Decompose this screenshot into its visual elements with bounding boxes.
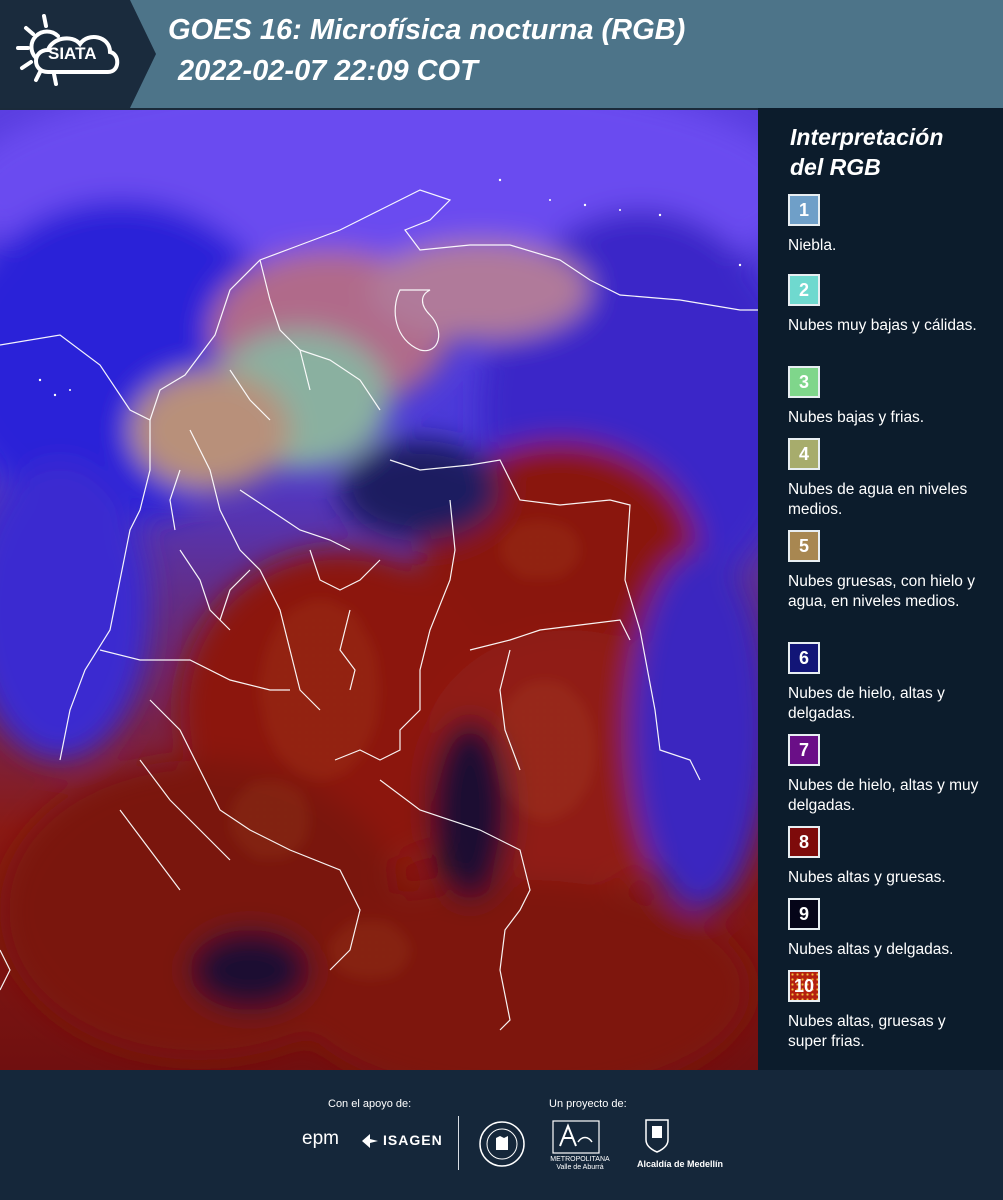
medellin-shield-icon bbox=[645, 1119, 669, 1153]
university-seal-icon bbox=[479, 1121, 525, 1167]
legend-item-4: 4 Nubes de agua en niveles medios. bbox=[788, 438, 988, 520]
legend-item-10: 10 Nubes altas, gruesas y super frias. bbox=[788, 970, 988, 1052]
project-label: Un proyecto de: bbox=[549, 1098, 627, 1110]
support-label: Con el apoyo de: bbox=[328, 1098, 412, 1110]
satellite-imagery bbox=[0, 110, 758, 1070]
logo-text: SIATA bbox=[48, 44, 97, 63]
legend-text-6: Nubes de hielo, altas y delgadas. bbox=[788, 685, 945, 722]
legend-swatch-4: 4 bbox=[788, 438, 820, 470]
legend-title-line1: Interpretación bbox=[790, 124, 944, 150]
legend-swatch-6: 6 bbox=[788, 642, 820, 674]
area-metropolitana-caption: METROPOLITANA Valle de Aburrá bbox=[550, 1156, 610, 1172]
legend-item-2: 2 Nubes muy bajas y cálidas. bbox=[788, 274, 988, 336]
legend-swatch-7: 7 bbox=[788, 734, 820, 766]
legend-text-2: Nubes muy bajas y cálidas. bbox=[788, 317, 977, 334]
legend-swatch-10: 10 bbox=[788, 970, 820, 1002]
footer-divider bbox=[458, 1116, 459, 1170]
isagen-logo: ISAGEN bbox=[383, 1132, 443, 1148]
legend-text-4: Nubes de agua en niveles medios. bbox=[788, 481, 968, 518]
legend-title-line2: del RGB bbox=[790, 154, 881, 180]
legend-text-5: Nubes gruesas, con hielo y agua, en nive… bbox=[788, 573, 975, 610]
legend-swatch-2: 2 bbox=[788, 274, 820, 306]
legend-swatch-8: 8 bbox=[788, 826, 820, 858]
legend-text-7: Nubes de hielo, altas y muy delgadas. bbox=[788, 777, 979, 814]
legend-item-1: 1 Niebla. bbox=[788, 194, 988, 256]
legend-text-9: Nubes altas y delgadas. bbox=[788, 941, 954, 958]
legend-item-6: 6 Nubes de hielo, altas y delgadas. bbox=[788, 642, 988, 724]
header-bar: SIATA GOES 16: Microfísica nocturna (RGB… bbox=[0, 0, 1003, 108]
legend-item-9: 9 Nubes altas y delgadas. bbox=[788, 898, 988, 960]
legend-text-8: Nubes altas y gruesas. bbox=[788, 869, 946, 886]
siata-logo: SIATA bbox=[0, 0, 130, 108]
page-timestamp: 2022-02-07 22:09 COT bbox=[178, 55, 478, 87]
legend-item-8: 8 Nubes altas y gruesas. bbox=[788, 826, 988, 888]
satellite-map bbox=[0, 110, 758, 1070]
epm-logo: epm bbox=[302, 1128, 339, 1149]
area-caption-line1: METROPOLITANA bbox=[550, 1156, 610, 1163]
isagen-icon bbox=[362, 1134, 378, 1148]
legend-item-7: 7 Nubes de hielo, altas y muy delgadas. bbox=[788, 734, 988, 816]
footer: Con el apoyo de: Un proyecto de: epm ISA… bbox=[0, 1070, 1003, 1200]
legend-item-3: 3 Nubes bajas y frias. bbox=[788, 366, 988, 428]
legend-title: Interpretación del RGB bbox=[790, 122, 943, 182]
area-caption-line2: Valle de Aburrá bbox=[556, 1164, 604, 1171]
legend-swatch-9: 9 bbox=[788, 898, 820, 930]
legend-text-3: Nubes bajas y frias. bbox=[788, 409, 925, 426]
legend-swatch-1: 1 bbox=[788, 194, 820, 226]
rgb-legend: Interpretación del RGB 1 Niebla. 2 Nubes… bbox=[758, 108, 1003, 1070]
page-title: GOES 16: Microfísica nocturna (RGB) bbox=[168, 14, 686, 46]
alcaldia-logo-text: Alcaldía de Medellín bbox=[637, 1159, 724, 1169]
legend-text-1: Niebla. bbox=[788, 237, 837, 254]
legend-swatch-5: 5 bbox=[788, 530, 820, 562]
legend-item-5: 5 Nubes gruesas, con hielo y agua, en ni… bbox=[788, 530, 988, 612]
area-metropolitana-logo bbox=[552, 1120, 600, 1154]
legend-swatch-3: 3 bbox=[788, 366, 820, 398]
logo-arrow bbox=[130, 0, 156, 108]
legend-text-10: Nubes altas, gruesas y super frias. bbox=[788, 1013, 946, 1050]
